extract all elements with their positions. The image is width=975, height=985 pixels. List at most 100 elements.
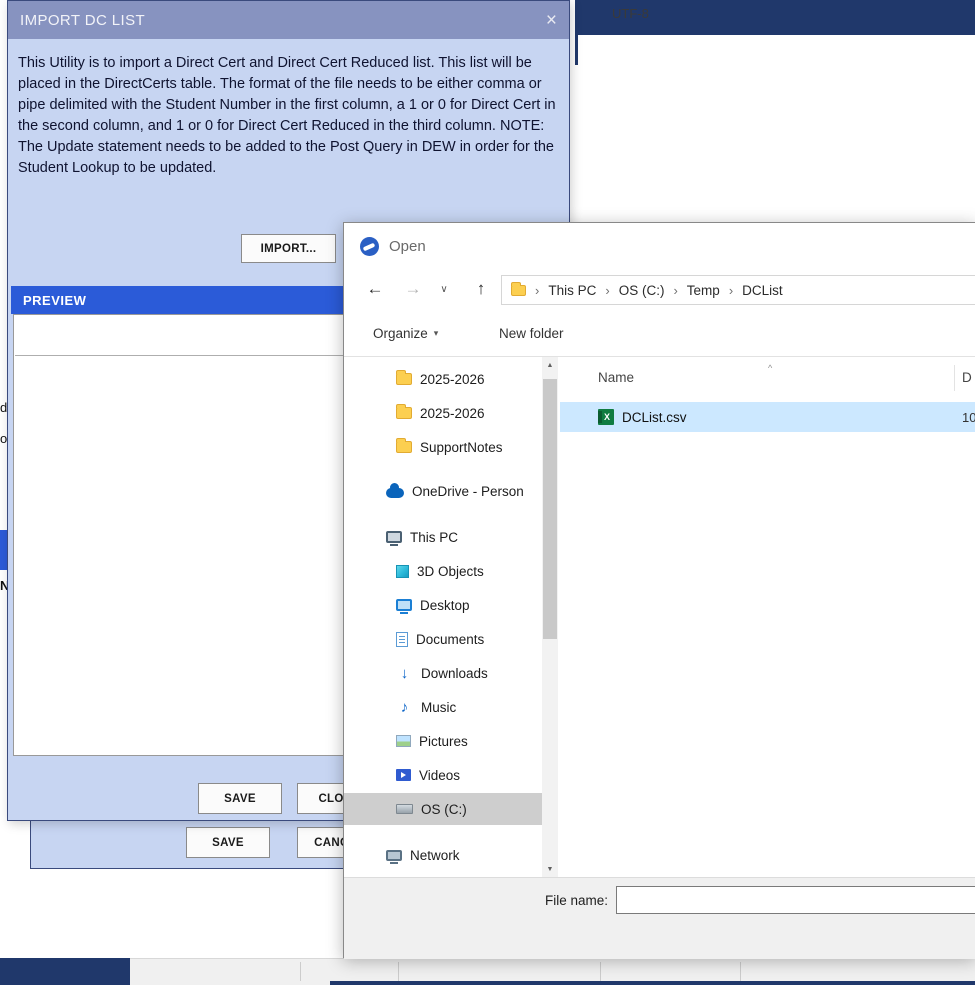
date-column-header[interactable]: D (962, 362, 972, 392)
breadcrumb-this-pc[interactable]: This PC (548, 283, 596, 298)
address-bar[interactable]: › This PC › OS (C:) › Temp › DCList (501, 275, 975, 305)
background-window-bottom-edge (330, 981, 975, 985)
open-dialog-app-icon (360, 236, 379, 256)
name-column-header[interactable]: Name (598, 362, 634, 392)
sidebar-item-os-c[interactable]: OS (C:) (344, 793, 542, 825)
sidebar-item-label: Network (410, 847, 460, 863)
sidebar-item-supportnotes[interactable]: SupportNotes (344, 431, 542, 463)
chevron-right-icon: › (673, 282, 678, 298)
disk-drive-icon (396, 804, 413, 814)
file-list-header: Name ^ D (560, 362, 975, 392)
sidebar-item-3d-objects[interactable]: 3D Objects (344, 555, 542, 587)
toolbar-divider (344, 356, 975, 357)
sidebar-item-label: Videos (419, 767, 461, 783)
column-divider[interactable] (954, 365, 955, 391)
sidebar-item-label: OneDrive - Person (412, 483, 524, 499)
sidebar-item-label: 2025-2026 (420, 371, 485, 387)
picture-icon (396, 735, 411, 747)
folder-icon (396, 438, 412, 453)
folder-icon (396, 404, 412, 419)
edge-highlight-fragment (0, 530, 7, 570)
sidebar-item-label: SupportNotes (420, 439, 503, 455)
breadcrumb-dclist[interactable]: DCList (742, 283, 783, 298)
open-dialog-title: Open (389, 237, 426, 255)
breadcrumb-temp[interactable]: Temp (687, 283, 720, 298)
breadcrumb-os-c[interactable]: OS (C:) (619, 283, 665, 298)
sidebar-item-label: OS (C:) (421, 801, 467, 817)
sidebar-item-label: Music (421, 699, 457, 715)
import-button[interactable]: IMPORT... (241, 234, 336, 263)
open-dialog-footer: File name: (344, 877, 975, 959)
new-folder-label: New folder (499, 326, 564, 341)
back-icon[interactable]: ← (362, 269, 388, 309)
onedrive-cloud-icon (386, 483, 404, 498)
chevron-right-icon: › (535, 282, 540, 298)
sidebar-item-label: Downloads (421, 665, 488, 681)
desktop-monitor-icon (396, 599, 412, 614)
up-one-level-icon[interactable]: ↑ (468, 269, 494, 309)
folder-icon (511, 281, 526, 296)
background-window-corner (0, 958, 130, 985)
sidebar-item-downloads[interactable]: ↓ Downloads (344, 657, 542, 689)
sidebar-item-label: 3D Objects (417, 563, 484, 579)
folder-icon (396, 370, 412, 385)
dialog-titlebar[interactable]: IMPORT DC LIST × (8, 1, 569, 39)
sidebar-item-label: Desktop (420, 597, 470, 613)
status-separator (740, 962, 741, 981)
sidebar-item-this-pc[interactable]: This PC (344, 521, 542, 553)
download-arrow-icon: ↓ (400, 664, 409, 682)
forward-icon[interactable]: → (400, 269, 426, 309)
sidebar-item-videos[interactable]: Videos (344, 759, 542, 791)
scroll-down-icon[interactable]: ▼ (542, 861, 558, 877)
status-separator (600, 962, 601, 981)
open-file-dialog: Open ← → ∨ ↑ › This PC › OS (C:) › Temp … (343, 222, 975, 959)
close-icon[interactable]: × (546, 11, 557, 30)
status-encoding: UTF-8 (612, 6, 649, 21)
dialog-title: IMPORT DC LIST (20, 11, 146, 29)
organize-menu-button[interactable]: Organize ▾ (373, 311, 438, 356)
video-icon (396, 769, 411, 781)
network-icon (386, 849, 402, 864)
sidebar-item-network[interactable]: Network (344, 839, 542, 871)
3d-cube-icon (396, 564, 409, 578)
dialog-description: This Utility is to import a Direct Cert … (18, 55, 556, 177)
sidebar-item-2025-2026[interactable]: 2025-2026 (344, 397, 542, 429)
recent-locations-chevron-icon[interactable]: ∨ (436, 269, 452, 309)
chevron-right-icon: › (728, 282, 734, 298)
screen: d o N Ln 15, Col 44 100% Windows (CRLF) … (0, 0, 975, 985)
excel-csv-file-icon (598, 409, 614, 425)
chevron-right-icon: › (605, 282, 610, 298)
file-name-input[interactable] (616, 886, 975, 914)
sidebar-scrollbar[interactable]: ▲ ▼ (542, 357, 558, 877)
scrollbar-thumb[interactable] (543, 379, 557, 639)
organize-label: Organize (373, 326, 428, 341)
sidebar-item-documents[interactable]: Documents (344, 623, 542, 655)
sort-ascending-icon: ^ (768, 363, 773, 373)
sidebar-item-label: Pictures (419, 733, 468, 749)
file-name: DCList.csv (622, 409, 687, 425)
sidebar-item-music[interactable]: ♪ Music (344, 691, 542, 723)
preview-header-label: PREVIEW (23, 292, 87, 308)
new-folder-button[interactable]: New folder (499, 311, 564, 356)
file-row-dclist-csv[interactable]: DCList.csv 10 (560, 402, 975, 432)
background-window-border (575, 0, 578, 65)
music-note-icon: ♪ (400, 698, 409, 716)
file-name-label: File name: (544, 892, 608, 908)
save-button[interactable]: SAVE (186, 827, 270, 858)
open-dialog-titlebar[interactable]: Open (344, 223, 975, 269)
computer-monitor-icon (386, 531, 402, 546)
save-button[interactable]: SAVE (198, 783, 282, 814)
sidebar-item-label: Documents (416, 631, 485, 647)
sidebar-item-desktop[interactable]: Desktop (344, 589, 542, 621)
scroll-up-icon[interactable]: ▲ (542, 357, 558, 373)
document-icon (396, 631, 408, 647)
sidebar-item-label: 2025-2026 (420, 405, 485, 421)
sidebar-item-pictures[interactable]: Pictures (344, 725, 542, 757)
sidebar-item-label: This PC (410, 529, 459, 545)
status-separator (300, 962, 301, 981)
file-date-modified: 10 (962, 409, 975, 425)
sidebar-item-onedrive[interactable]: OneDrive - Person (344, 475, 542, 507)
sidebar-item-2025-2026[interactable]: 2025-2026 (344, 363, 542, 395)
status-separator (398, 962, 399, 981)
chevron-down-icon: ▾ (433, 328, 439, 338)
